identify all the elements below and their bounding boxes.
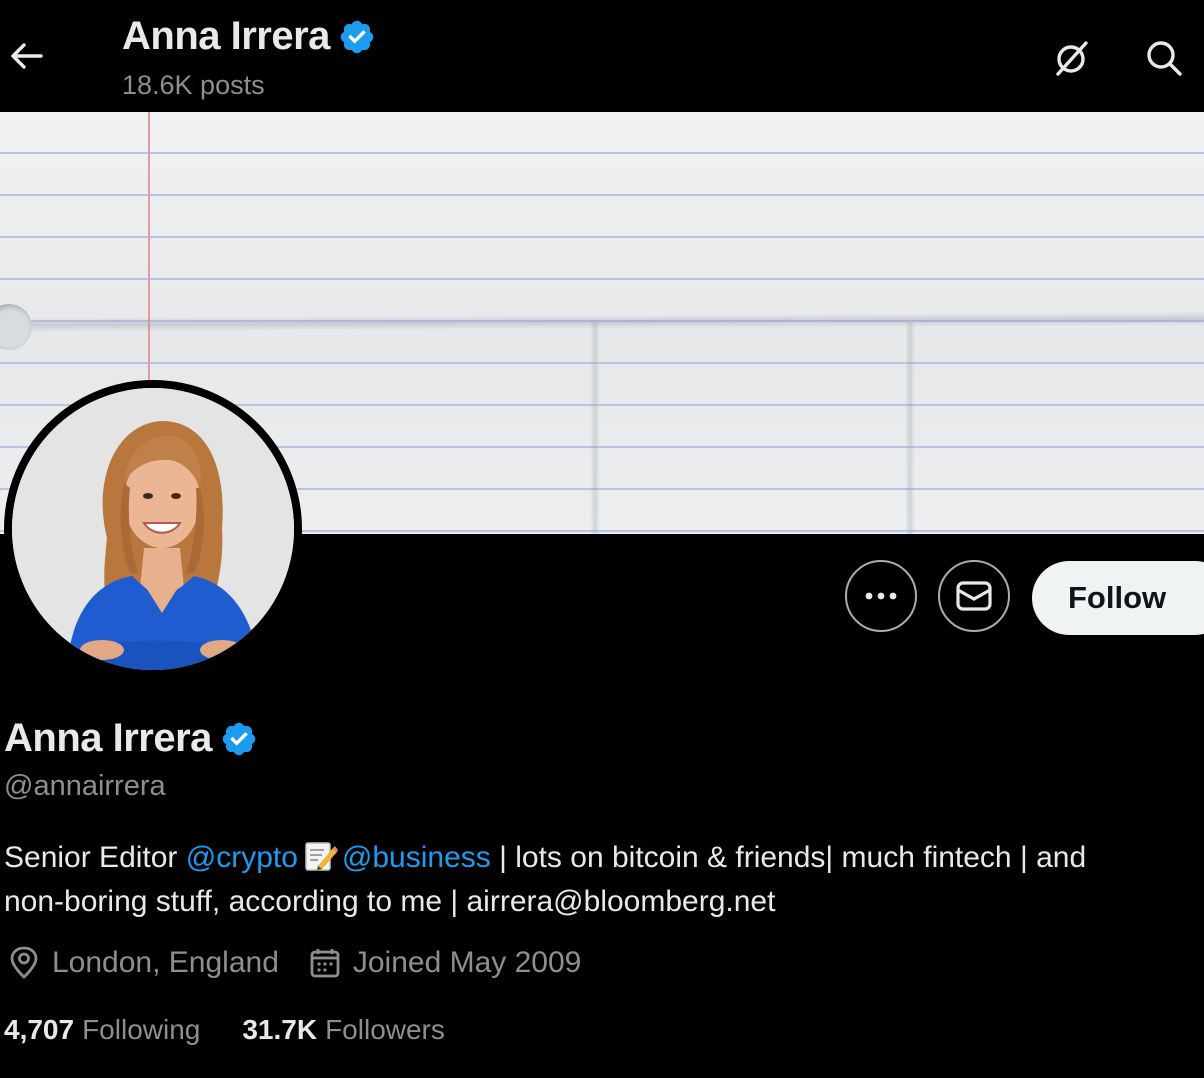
header-title: Anna Irrera — [122, 14, 376, 59]
back-arrow-icon — [11, 43, 43, 69]
following-count: 4,707 — [4, 1014, 75, 1045]
joined-date: Joined May 2009 — [309, 946, 582, 980]
profile-name-row: Anna Irrera — [4, 716, 258, 761]
follow-button[interactable]: Follow — [1032, 561, 1204, 635]
post-count: 18.6K posts — [122, 70, 265, 100]
profile-bio: Senior Editor @crypto @business | lots o… — [4, 836, 1199, 924]
profile-handle: @annairrera — [4, 770, 166, 802]
location-text: London, England — [52, 946, 279, 979]
location: London, England — [8, 946, 279, 980]
avatar[interactable] — [4, 380, 302, 678]
back-button[interactable] — [6, 36, 46, 76]
avatar-portrait — [12, 388, 294, 670]
message-button[interactable] — [938, 560, 1010, 632]
more-button[interactable] — [845, 560, 917, 632]
verified-badge-icon — [340, 20, 374, 53]
profile-stats: 4,707 Following 31.7K Followers — [4, 1014, 445, 1046]
joined-text: Joined May 2009 — [352, 946, 582, 979]
bio-text: non-boring stuff, according to me | airr… — [4, 885, 776, 918]
following-label: Following — [82, 1014, 201, 1045]
grok-button[interactable] — [1050, 36, 1094, 80]
memo-emoji-icon — [305, 842, 338, 871]
search-button[interactable] — [1142, 36, 1186, 80]
top-bar: Anna Irrera 18.6K posts — [0, 0, 1204, 112]
bio-text: Senior Editor — [4, 841, 186, 874]
location-icon — [10, 946, 38, 979]
avatar-image — [12, 388, 294, 670]
mention-link-crypto[interactable]: @crypto — [186, 841, 298, 874]
bio-text: | lots on bitcoin & friends| much fintec… — [490, 841, 1087, 874]
mail-icon — [956, 581, 992, 611]
profile-name: Anna Irrera — [4, 716, 212, 760]
followers-link[interactable]: 31.7K Followers — [242, 1014, 445, 1046]
verified-badge-icon[interactable] — [220, 720, 258, 758]
mention-link-business[interactable]: @business — [342, 841, 491, 874]
followers-label: Followers — [325, 1014, 445, 1045]
profile-meta: London, England Joined May 2009 — [8, 946, 581, 980]
search-icon — [1147, 41, 1182, 76]
followers-count: 31.7K — [242, 1014, 318, 1045]
calendar-icon — [310, 949, 340, 978]
grok-icon — [1056, 41, 1088, 76]
following-link[interactable]: 4,707 Following — [4, 1014, 200, 1046]
header-name: Anna Irrera — [122, 14, 330, 58]
more-icon — [865, 592, 897, 600]
